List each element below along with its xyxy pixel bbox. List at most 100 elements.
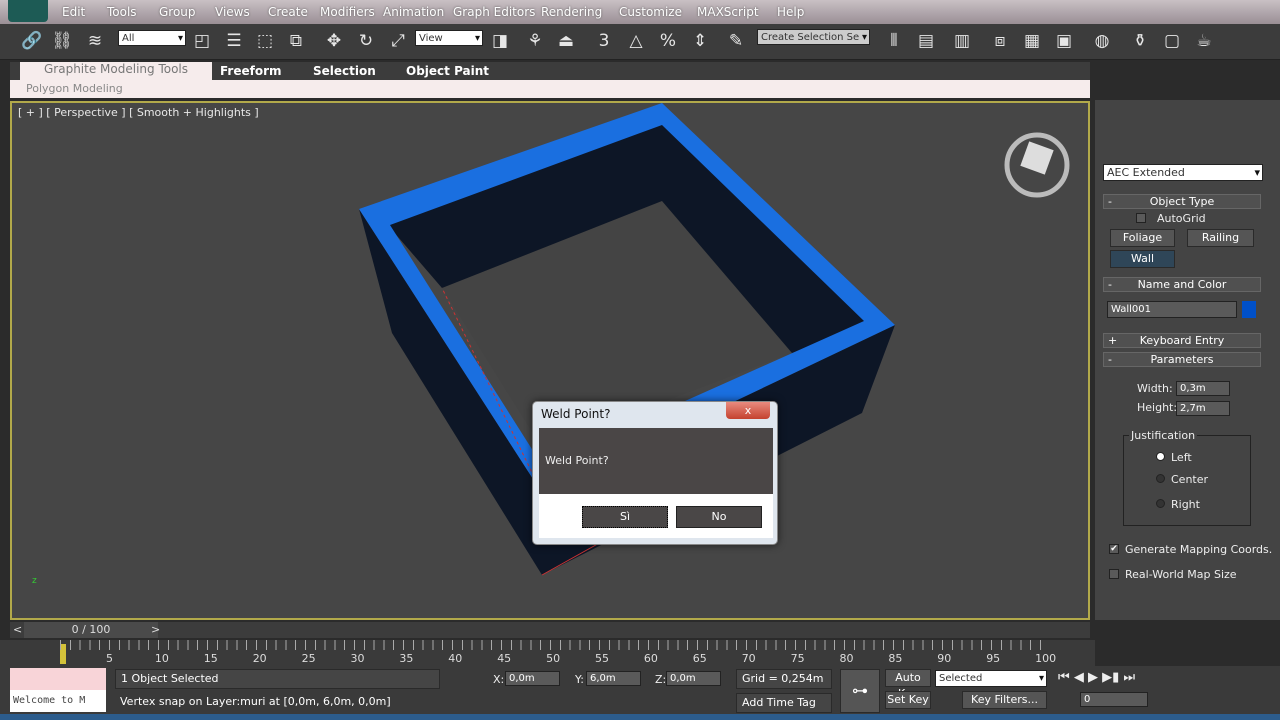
ribbon-tab-2[interactable]: Selection [313, 64, 376, 78]
ribbon-panel: Polygon Modeling [10, 80, 1090, 98]
center-label: Center [1171, 473, 1209, 486]
menu-views[interactable]: Views [215, 5, 250, 19]
maxscript-input[interactable]: Welcome to M [10, 690, 106, 712]
toolbar-tool-21-icon[interactable]: ⫴ [882, 29, 906, 53]
playback-controls-icon[interactable]: ⏮ ◀ ▶ ▶▮ ⏭ [1058, 670, 1135, 685]
time-slider-thumb[interactable]: 0 / 100 [24, 622, 158, 638]
x-input[interactable]: 0,0m [505, 671, 560, 686]
auto-key-button[interactable]: Auto Key [885, 669, 931, 700]
menu-animation[interactable]: Animation [383, 5, 444, 19]
menu-tools[interactable]: Tools [107, 5, 137, 19]
reference-coord-dropdown[interactable]: View [415, 30, 483, 47]
railing-button[interactable]: Railing [1187, 229, 1254, 247]
menu-create[interactable]: Create [268, 5, 308, 19]
menu-customize[interactable]: Customize [619, 5, 682, 19]
rollout-keyboard-entry[interactable]: + Keyboard Entry [1103, 333, 1261, 348]
right-label: Right [1171, 498, 1200, 511]
menu-rendering[interactable]: Rendering [541, 5, 602, 19]
frame-input[interactable]: 0 [1080, 692, 1148, 707]
toolbar-tool-16-icon[interactable]: △ [624, 29, 648, 53]
foliage-button[interactable]: Foliage [1110, 229, 1175, 247]
ruler-tick-label: 55 [595, 652, 609, 665]
gen-mapping-checkbox[interactable]: ✔ [1109, 544, 1119, 554]
key-filters-button[interactable]: Key Filters... [962, 691, 1047, 709]
ribbon-tab-1[interactable]: Freeform [220, 64, 282, 78]
z-input[interactable]: 0,0m [666, 671, 721, 686]
toolbar-tool-9-icon[interactable]: ↻ [354, 29, 378, 53]
toolbar-tool-27-icon[interactable]: ◍ [1090, 29, 1114, 53]
toolbar-tool-14-icon[interactable]: ⏏ [554, 29, 578, 53]
radio-right[interactable] [1156, 499, 1165, 508]
y-input[interactable]: 6,0m [586, 671, 641, 686]
height-input[interactable]: 2,7m [1176, 401, 1230, 416]
toolbar-tool-6-icon[interactable]: ⬚ [253, 29, 277, 53]
toolbar-tool-0-icon[interactable]: 🔗 [20, 29, 44, 53]
yes-button[interactable]: Sì [582, 506, 668, 528]
menu-group[interactable]: Group [159, 5, 196, 19]
toolbar-tool-25-icon[interactable]: ▦ [1020, 29, 1044, 53]
toolbar-tool-5-icon[interactable]: ☰ [222, 29, 246, 53]
prompt-line: Vertex snap on Layer:muri at [0,0m, 6,0m… [115, 693, 715, 713]
toolbar-tool-17-icon[interactable]: % [656, 29, 680, 53]
toolbar-tool-23-icon[interactable]: ▥ [950, 29, 974, 53]
toolbar-tool-4-icon[interactable]: ◰ [190, 29, 214, 53]
toolbar-tool-12-icon[interactable]: ◨ [488, 29, 512, 53]
menu-maxscript[interactable]: MAXScript [697, 5, 759, 19]
toolbar-tool-24-icon[interactable]: ⧈ [988, 29, 1012, 53]
time-slider[interactable]: < 0 / 100 > [10, 622, 1090, 638]
toolbar-tool-10-icon[interactable]: ⤢ [386, 29, 410, 53]
set-key-icon[interactable]: ⊶ [840, 669, 880, 713]
toolbar-tool-8-icon[interactable]: ✥ [322, 29, 346, 53]
ruler-tick-label: 35 [399, 652, 414, 665]
no-button[interactable]: No [676, 506, 762, 528]
key-mode-dropdown[interactable]: Selected [935, 670, 1047, 687]
object-color-swatch[interactable] [1242, 301, 1256, 318]
set-key-button[interactable]: Set Key [885, 691, 931, 709]
ruler-tick-label: 85 [888, 652, 903, 665]
toolbar-tool-28-icon[interactable]: ⚱ [1128, 29, 1152, 53]
maxscript-listener[interactable] [10, 668, 106, 690]
toolbar-tool-15-icon[interactable]: 3 [592, 29, 616, 53]
toolbar-tool-18-icon[interactable]: ⇕ [688, 29, 712, 53]
dialog-close-button[interactable]: x [726, 402, 770, 419]
menu-edit[interactable]: Edit [62, 5, 85, 19]
toolbar-tool-13-icon[interactable]: ⚘ [523, 29, 547, 53]
toolbar-tool-19-icon[interactable]: ✎ [724, 29, 748, 53]
object-name-input[interactable]: Wall001 [1107, 301, 1237, 318]
menu-bar: Edit Tools Group Views Create Modifiers Animat… [0, 0, 1280, 24]
toolbar-tool-22-icon[interactable]: ▤ [914, 29, 938, 53]
selection-filter-dropdown[interactable]: All [118, 30, 186, 47]
radio-left[interactable] [1156, 452, 1165, 461]
toolbar-tool-30-icon[interactable]: ☕ [1192, 29, 1216, 53]
real-world-checkbox[interactable] [1109, 569, 1119, 579]
toolbar-tool-26-icon[interactable]: ▣ [1052, 29, 1076, 53]
ribbon-tab-3[interactable]: Object Paint [406, 64, 489, 78]
app-logo-icon[interactable] [8, 0, 48, 22]
perspective-viewport[interactable]: [ + ] [ Perspective ] [ Smooth + Highlig… [10, 101, 1090, 620]
category-dropdown[interactable]: AEC Extended [1103, 164, 1263, 181]
toolbar-tool-2-icon[interactable]: ≋ [83, 29, 107, 53]
rollout-parameters[interactable]: - Parameters [1103, 352, 1261, 367]
toolbar-tool-7-icon[interactable]: ⧉ [284, 29, 308, 53]
rollout-object-type[interactable]: - Object Type [1103, 194, 1261, 209]
justification-label: Justification [1129, 429, 1198, 442]
prev-frame-button[interactable]: < [13, 623, 22, 636]
named-selection-dropdown[interactable]: Create Selection Se [757, 29, 870, 46]
ruler-tick-label: 25 [301, 652, 316, 665]
autogrid-checkbox[interactable] [1136, 213, 1146, 223]
menu-help[interactable]: Help [777, 5, 804, 19]
polygon-modeling-label[interactable]: Polygon Modeling [26, 82, 123, 95]
ribbon-tab-0[interactable]: Graphite Modeling Tools [20, 62, 213, 80]
real-world-label: Real-World Map Size [1125, 568, 1237, 581]
toolbar-tool-29-icon[interactable]: ▢ [1160, 29, 1184, 53]
radio-center[interactable] [1156, 474, 1165, 483]
menu-modifiers[interactable]: Modifiers [320, 5, 375, 19]
menu-graph-editors[interactable]: Graph Editors [453, 5, 535, 19]
width-input[interactable]: 0,3m [1176, 381, 1230, 396]
rollout-name-color[interactable]: - Name and Color [1103, 277, 1261, 292]
add-time-tag[interactable]: Add Time Tag [736, 693, 832, 713]
gen-mapping-label: Generate Mapping Coords. [1125, 543, 1273, 556]
wall-button[interactable]: Wall [1110, 250, 1175, 268]
toolbar-tool-1-icon[interactable]: ⛓ [50, 29, 74, 53]
next-frame-button[interactable]: > [151, 623, 160, 636]
